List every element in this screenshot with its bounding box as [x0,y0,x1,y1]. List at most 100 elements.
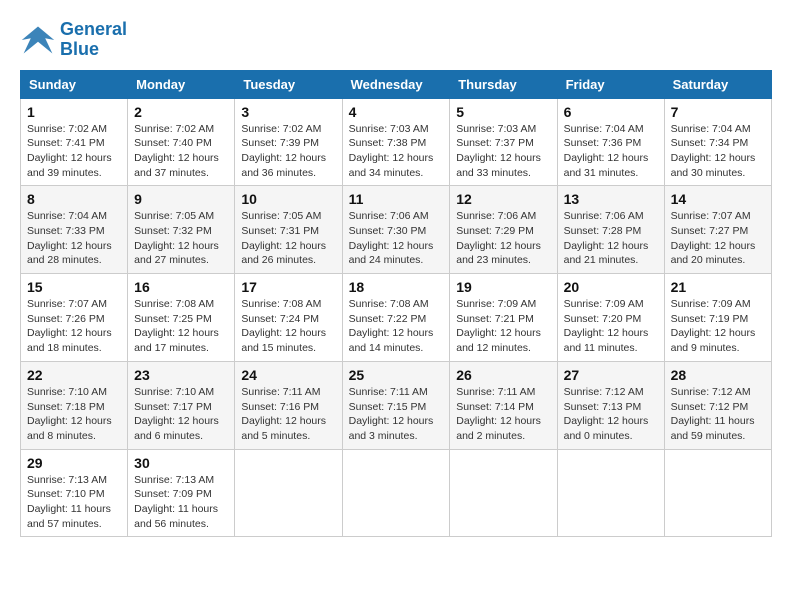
day-number: 11 [349,191,444,207]
calendar-header-tuesday: Tuesday [235,70,342,98]
day-info: Sunrise: 7:11 AM Sunset: 7:16 PM Dayligh… [241,385,335,444]
calendar-cell: 21 Sunrise: 7:09 AM Sunset: 7:19 PM Dayli… [664,274,771,362]
day-number: 3 [241,104,335,120]
calendar-header-thursday: Thursday [450,70,557,98]
calendar-week-5: 29 Sunrise: 7:13 AM Sunset: 7:10 PM Dayli… [21,449,772,537]
day-info: Sunrise: 7:03 AM Sunset: 7:37 PM Dayligh… [456,122,550,181]
day-number: 13 [564,191,658,207]
day-info: Sunrise: 7:10 AM Sunset: 7:18 PM Dayligh… [27,385,121,444]
day-number: 6 [564,104,658,120]
calendar-cell: 20 Sunrise: 7:09 AM Sunset: 7:20 PM Dayli… [557,274,664,362]
day-number: 4 [349,104,444,120]
day-number: 7 [671,104,765,120]
calendar-cell: 18 Sunrise: 7:08 AM Sunset: 7:22 PM Dayli… [342,274,450,362]
day-number: 10 [241,191,335,207]
calendar-header-sunday: Sunday [21,70,128,98]
day-info: Sunrise: 7:12 AM Sunset: 7:13 PM Dayligh… [564,385,658,444]
calendar-cell: 24 Sunrise: 7:11 AM Sunset: 7:16 PM Dayli… [235,361,342,449]
day-info: Sunrise: 7:09 AM Sunset: 7:21 PM Dayligh… [456,297,550,356]
calendar-cell: 13 Sunrise: 7:06 AM Sunset: 7:28 PM Dayli… [557,186,664,274]
calendar-cell: 9 Sunrise: 7:05 AM Sunset: 7:32 PM Daylig… [128,186,235,274]
calendar-cell: 23 Sunrise: 7:10 AM Sunset: 7:17 PM Dayli… [128,361,235,449]
calendar-cell [557,449,664,537]
day-info: Sunrise: 7:08 AM Sunset: 7:22 PM Dayligh… [349,297,444,356]
day-info: Sunrise: 7:12 AM Sunset: 7:12 PM Dayligh… [671,385,765,444]
day-number: 8 [27,191,121,207]
day-info: Sunrise: 7:09 AM Sunset: 7:20 PM Dayligh… [564,297,658,356]
calendar-cell: 25Sunrise: 7:11 AM Sunset: 7:15 PM Dayli… [342,361,450,449]
calendar-header-row: SundayMondayTuesdayWednesdayThursdayFrid… [21,70,772,98]
day-info: Sunrise: 7:07 AM Sunset: 7:27 PM Dayligh… [671,209,765,268]
calendar-cell: 11 Sunrise: 7:06 AM Sunset: 7:30 PM Dayli… [342,186,450,274]
day-number: 28 [671,367,765,383]
day-info: Sunrise: 7:04 AM Sunset: 7:33 PM Dayligh… [27,209,121,268]
day-info: Sunrise: 7:04 AM Sunset: 7:34 PM Dayligh… [671,122,765,181]
calendar-cell: 10 Sunrise: 7:05 AM Sunset: 7:31 PM Dayli… [235,186,342,274]
calendar-cell: 5 Sunrise: 7:03 AM Sunset: 7:37 PM Daylig… [450,98,557,186]
day-info: Sunrise: 7:02 AM Sunset: 7:39 PM Dayligh… [241,122,335,181]
day-info: Sunrise: 7:13 AM Sunset: 7:09 PM Dayligh… [134,473,228,532]
day-number: 20 [564,279,658,295]
day-number: 24 [241,367,335,383]
day-number: 17 [241,279,335,295]
day-info: Sunrise: 7:07 AM Sunset: 7:26 PM Dayligh… [27,297,121,356]
calendar-cell: 16 Sunrise: 7:08 AM Sunset: 7:25 PM Dayli… [128,274,235,362]
day-number: 16 [134,279,228,295]
day-info: Sunrise: 7:10 AM Sunset: 7:17 PM Dayligh… [134,385,228,444]
calendar-header-monday: Monday [128,70,235,98]
day-number: 12 [456,191,550,207]
calendar-cell: 14 Sunrise: 7:07 AM Sunset: 7:27 PM Dayli… [664,186,771,274]
calendar-cell: 1 Sunrise: 7:02 AM Sunset: 7:41 PM Daylig… [21,98,128,186]
day-info: Sunrise: 7:13 AM Sunset: 7:10 PM Dayligh… [27,473,121,532]
day-number: 19 [456,279,550,295]
day-info: Sunrise: 7:06 AM Sunset: 7:28 PM Dayligh… [564,209,658,268]
logo: General Blue [20,20,127,60]
day-info: Sunrise: 7:05 AM Sunset: 7:32 PM Dayligh… [134,209,228,268]
day-info: Sunrise: 7:08 AM Sunset: 7:25 PM Dayligh… [134,297,228,356]
calendar-cell [450,449,557,537]
day-number: 21 [671,279,765,295]
day-info: Sunrise: 7:03 AM Sunset: 7:38 PM Dayligh… [349,122,444,181]
calendar-cell [235,449,342,537]
calendar-cell: 3 Sunrise: 7:02 AM Sunset: 7:39 PM Daylig… [235,98,342,186]
calendar-cell: 26 Sunrise: 7:11 AM Sunset: 7:14 PM Dayli… [450,361,557,449]
day-number: 5 [456,104,550,120]
day-info: Sunrise: 7:02 AM Sunset: 7:41 PM Dayligh… [27,122,121,181]
calendar-cell: 15 Sunrise: 7:07 AM Sunset: 7:26 PM Dayli… [21,274,128,362]
calendar-header-wednesday: Wednesday [342,70,450,98]
calendar-week-1: 1 Sunrise: 7:02 AM Sunset: 7:41 PM Daylig… [21,98,772,186]
calendar-cell: 7 Sunrise: 7:04 AM Sunset: 7:34 PM Daylig… [664,98,771,186]
logo-icon [20,22,56,58]
day-number: 26 [456,367,550,383]
day-number: 14 [671,191,765,207]
calendar-week-4: 22Sunrise: 7:10 AM Sunset: 7:18 PM Dayli… [21,361,772,449]
calendar-cell: 12 Sunrise: 7:06 AM Sunset: 7:29 PM Dayli… [450,186,557,274]
day-info: Sunrise: 7:06 AM Sunset: 7:29 PM Dayligh… [456,209,550,268]
day-info: Sunrise: 7:08 AM Sunset: 7:24 PM Dayligh… [241,297,335,356]
calendar-cell: 28 Sunrise: 7:12 AM Sunset: 7:12 PM Dayli… [664,361,771,449]
day-number: 27 [564,367,658,383]
day-number: 29 [27,455,121,471]
day-info: Sunrise: 7:09 AM Sunset: 7:19 PM Dayligh… [671,297,765,356]
day-number: 18 [349,279,444,295]
day-number: 25 [349,367,444,383]
day-number: 2 [134,104,228,120]
day-number: 15 [27,279,121,295]
calendar: SundayMondayTuesdayWednesdayThursdayFrid… [20,70,772,538]
day-info: Sunrise: 7:11 AM Sunset: 7:14 PM Dayligh… [456,385,550,444]
day-number: 30 [134,455,228,471]
calendar-cell [664,449,771,537]
calendar-cell: 22Sunrise: 7:10 AM Sunset: 7:18 PM Dayli… [21,361,128,449]
day-number: 23 [134,367,228,383]
calendar-cell: 27 Sunrise: 7:12 AM Sunset: 7:13 PM Dayli… [557,361,664,449]
day-info: Sunrise: 7:06 AM Sunset: 7:30 PM Dayligh… [349,209,444,268]
calendar-cell: 30 Sunrise: 7:13 AM Sunset: 7:09 PM Dayli… [128,449,235,537]
calendar-header-friday: Friday [557,70,664,98]
day-number: 9 [134,191,228,207]
day-info: Sunrise: 7:05 AM Sunset: 7:31 PM Dayligh… [241,209,335,268]
calendar-week-2: 8 Sunrise: 7:04 AM Sunset: 7:33 PM Daylig… [21,186,772,274]
day-info: Sunrise: 7:02 AM Sunset: 7:40 PM Dayligh… [134,122,228,181]
calendar-cell: 19 Sunrise: 7:09 AM Sunset: 7:21 PM Dayli… [450,274,557,362]
calendar-cell: 8 Sunrise: 7:04 AM Sunset: 7:33 PM Daylig… [21,186,128,274]
day-number: 1 [27,104,121,120]
